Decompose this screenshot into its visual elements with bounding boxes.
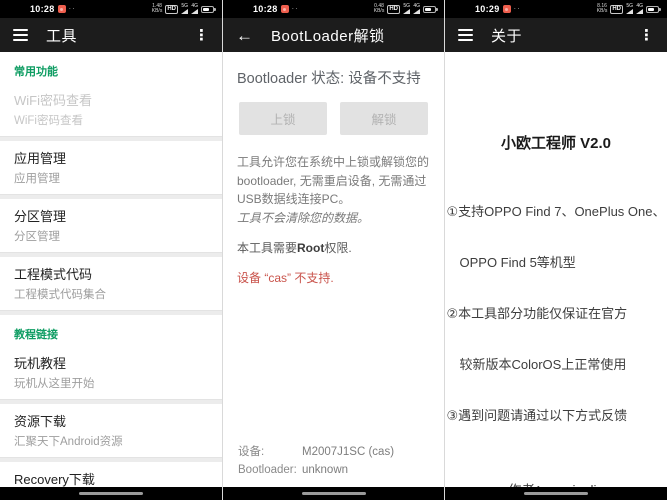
lock-button[interactable]: 上锁	[239, 102, 327, 135]
list-item-tutorials[interactable]: 玩机教程 玩机从这里开始	[0, 346, 222, 399]
device-info-block: 设备: M2007J1SC (cas) Bootloader: unknown	[238, 444, 394, 480]
unlock-button[interactable]: 解锁	[340, 102, 428, 135]
device-row: 设备: M2007J1SC (cas)	[238, 444, 394, 462]
lock-unlock-row: 上锁 解锁	[223, 94, 444, 141]
overflow-menu-icon[interactable]: ⋮	[639, 26, 654, 44]
signal-5g-icon: 5G	[403, 4, 410, 14]
signal-4g-icon: 4G	[413, 4, 420, 14]
bootloader-value: unknown	[302, 464, 349, 477]
bootloader-row: Bootloader: unknown	[238, 462, 394, 480]
note-line: 较新版本ColorOS上正常使用	[446, 357, 627, 372]
navigation-bar	[223, 487, 444, 500]
page-title: BootLoader解锁	[271, 27, 385, 45]
app-bar: 关于 ⋮	[445, 18, 667, 52]
clock: 10:28	[253, 4, 278, 14]
app-bar: ← BootLoader解锁	[223, 18, 444, 52]
hd-volte-icon: HD	[387, 4, 400, 14]
overflow-menu-icon[interactable]: ⋮	[194, 26, 209, 44]
menu-icon[interactable]	[13, 29, 28, 41]
bootloader-label: Bootloader:	[238, 464, 297, 477]
menu-icon[interactable]	[458, 29, 473, 41]
list-item-resources[interactable]: 资源下载 汇聚天下Android资源	[0, 404, 222, 457]
back-icon[interactable]: ←	[236, 27, 253, 44]
signal-5g-icon: 5G	[626, 4, 633, 14]
navigation-bar	[445, 487, 667, 500]
about-content: 小欧工程师 V2.0 ①支持OPPO Find 7、OnePlus One、 O…	[445, 132, 667, 500]
signal-4g-icon: 4G	[636, 4, 643, 14]
app-version-title: 小欧工程师 V2.0	[500, 135, 612, 152]
battery-icon	[646, 5, 661, 13]
triple-screenshot: 10:28 ·· 1.48 KB/s HD 5G 4G 工具 ⋮ 常用功能 WiF…	[0, 0, 667, 500]
hd-volte-icon: HD	[610, 4, 623, 14]
note-line: ①支持OPPO Find 7、OnePlus One、	[446, 204, 666, 219]
data-safety-note: 工具不会清除您的数据。	[237, 210, 370, 225]
notification-dots-icon: ··	[68, 4, 76, 13]
note-line: ②本工具部分功能仅保证在官方	[446, 306, 628, 321]
recording-indicator-icon	[502, 5, 511, 13]
about-screen: 10:29 ·· 8.16 KB/s HD 5G 4G 关于 ⋮ 小欧工程师 V2…	[444, 0, 667, 500]
home-indicator[interactable]	[524, 492, 588, 495]
list-item-app-manage[interactable]: 应用管理 应用管理	[0, 141, 222, 194]
signal-4g-icon: 4G	[191, 4, 198, 14]
device-label: 设备:	[238, 446, 265, 459]
list-item-engineer-codes[interactable]: 工程模式代码 工程模式代码集合	[0, 257, 222, 310]
note-line: OPPO Find 5等机型	[446, 255, 576, 270]
network-speed-indicator: 8.16 KB/s	[596, 3, 608, 14]
note-line: ③遇到问题请通过以下方式反馈	[446, 408, 628, 423]
notification-dots-icon: ··	[513, 4, 521, 13]
page-title: 工具	[46, 27, 78, 45]
bootloader-status-text: Bootloader 状态: 设备不支持	[237, 71, 421, 87]
hd-volte-icon: HD	[165, 4, 178, 14]
app-bar: 工具 ⋮	[0, 18, 222, 52]
section-header-common: 常用功能	[14, 66, 58, 78]
list-item-partition-manage[interactable]: 分区管理 分区管理	[0, 199, 222, 252]
notification-dots-icon: ··	[291, 4, 299, 13]
battery-icon	[201, 5, 216, 13]
page-title: 关于	[491, 27, 523, 45]
clock: 10:29	[475, 4, 500, 14]
recording-indicator-icon	[280, 5, 289, 13]
battery-icon	[423, 5, 438, 13]
navigation-bar	[0, 487, 222, 500]
signal-5g-icon: 5G	[181, 4, 188, 14]
network-speed-indicator: 0.48 KB/s	[373, 3, 385, 14]
device-unsupported-error: 设备 “cas” 不支持.	[237, 271, 334, 286]
tool-description: 工具允许您在系统中上锁或解锁您的bootloader, 无需重启设备, 无需通过…	[237, 155, 430, 207]
home-indicator[interactable]	[79, 492, 143, 495]
status-bar: 10:28 ·· 0.48 KB/s HD 5G 4G	[223, 0, 444, 18]
home-indicator[interactable]	[301, 492, 366, 495]
device-value: M2007J1SC (cas)	[302, 446, 395, 459]
status-bar: 10:29 ·· 8.16 KB/s HD 5G 4G	[445, 0, 667, 18]
section-header-tutorials: 教程链接	[14, 329, 58, 341]
root-requirement-text: 本工具需要Root权限.	[237, 241, 352, 256]
recording-indicator-icon	[57, 5, 66, 13]
notes-block: ①支持OPPO Find 7、OnePlus One、 OPPO Find 5等…	[446, 169, 665, 458]
bootloader-screen: 10:28 ·· 0.48 KB/s HD 5G 4G ← BootLoader解…	[222, 0, 444, 500]
list-item-wifi-password[interactable]: WiFi密码查看 WiFi密码查看	[0, 83, 222, 136]
network-speed-indicator: 1.48 KB/s	[151, 3, 163, 14]
tools-screen: 10:28 ·· 1.48 KB/s HD 5G 4G 工具 ⋮ 常用功能 WiF…	[0, 0, 222, 500]
status-bar: 10:28 ·· 1.48 KB/s HD 5G 4G	[0, 0, 222, 18]
clock: 10:28	[30, 4, 55, 14]
